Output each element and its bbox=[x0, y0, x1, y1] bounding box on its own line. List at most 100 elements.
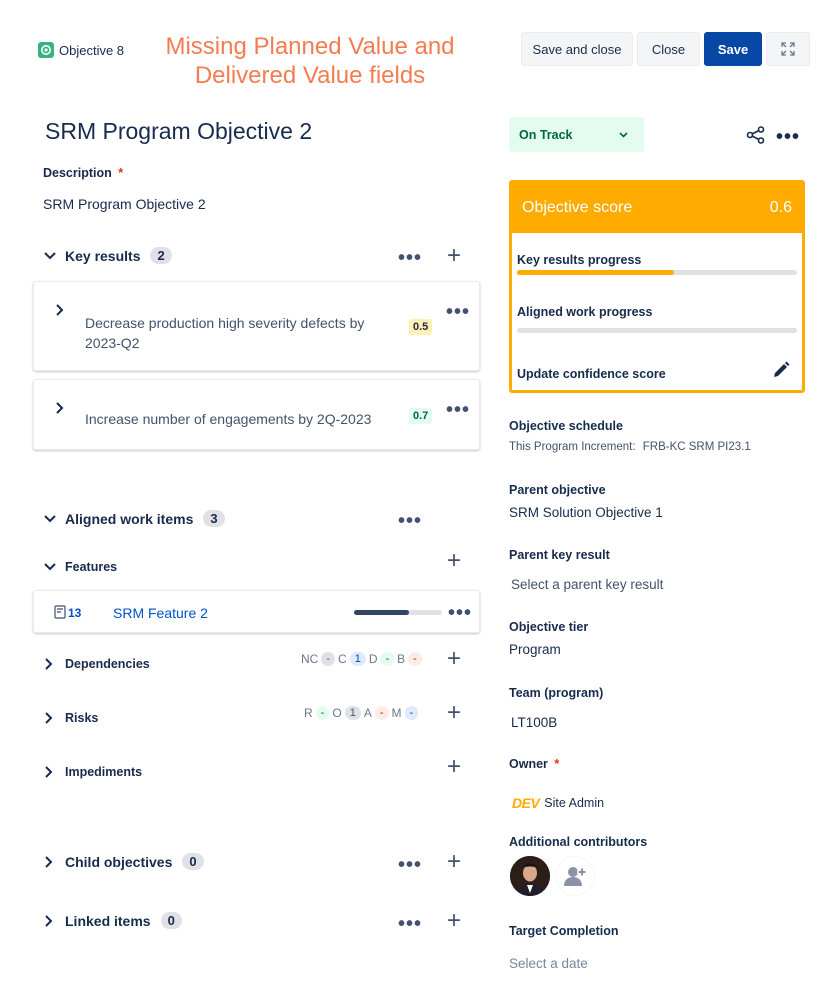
update-confidence-label[interactable]: Update confidence score bbox=[517, 367, 666, 381]
schedule-label: Objective schedule bbox=[509, 419, 623, 433]
objective-badge-label: Objective 8 bbox=[59, 42, 125, 58]
key-results-add-icon[interactable]: + bbox=[447, 244, 461, 268]
aligned-work-count: 3 bbox=[203, 510, 225, 527]
key-results-progress-track bbox=[517, 270, 797, 275]
key-results-more-icon[interactable]: ••• bbox=[398, 248, 422, 268]
key-result-card[interactable]: Increase number of engagements by 2Q-202… bbox=[33, 379, 480, 450]
required-mark: * bbox=[554, 757, 560, 771]
key-result-card[interactable]: Decrease production high severity defect… bbox=[33, 281, 480, 371]
chevron-down-icon[interactable] bbox=[43, 251, 57, 260]
close-button[interactable]: Close bbox=[637, 32, 700, 66]
parent-key-result-label: Parent key result bbox=[509, 548, 610, 562]
objective-tier-value[interactable]: Program bbox=[509, 642, 561, 657]
feature-name[interactable]: SRM Feature 2 bbox=[113, 605, 208, 621]
counter-pill: - bbox=[315, 706, 330, 720]
add-contributor-button[interactable] bbox=[555, 856, 595, 896]
features-add-icon[interactable]: + bbox=[447, 549, 461, 573]
chevron-right-icon[interactable] bbox=[45, 914, 53, 927]
child-objectives-label: Child objectives bbox=[65, 853, 173, 870]
target-completion-label: Target Completion bbox=[509, 924, 619, 938]
child-objectives-header[interactable]: Child objectives 0 bbox=[45, 853, 204, 870]
key-results-label: Key results bbox=[65, 247, 141, 264]
key-result-text[interactable]: Increase number of engagements by 2Q-202… bbox=[85, 411, 371, 427]
save-and-close-button[interactable]: Save and close bbox=[521, 32, 633, 66]
objective-target-icon bbox=[38, 42, 54, 58]
owner-label: Owner * bbox=[509, 757, 560, 771]
impediments-header[interactable]: Impediments bbox=[45, 765, 142, 779]
expand-button[interactable] bbox=[766, 32, 810, 66]
parent-objective-label: Parent objective bbox=[509, 483, 606, 497]
owner-logo: DEV bbox=[512, 795, 540, 811]
header-more-icon[interactable]: ••• bbox=[776, 127, 800, 147]
key-result-text[interactable]: Decrease production high severity defect… bbox=[85, 313, 385, 353]
dependencies-add-icon[interactable]: + bbox=[447, 647, 461, 671]
dependency-counters: NC - C 1 D - B - bbox=[299, 652, 423, 666]
parent-key-result-select[interactable]: Select a parent key result bbox=[511, 577, 663, 592]
parent-objective-value[interactable]: SRM Solution Objective 1 bbox=[509, 505, 663, 520]
key-result-score: 0.7 bbox=[409, 408, 433, 424]
schedule-value[interactable]: This Program Increment: FRB-KC SRM PI23.… bbox=[509, 441, 751, 453]
risks-add-icon[interactable]: + bbox=[447, 701, 461, 725]
key-result-more-icon[interactable]: ••• bbox=[446, 400, 470, 420]
features-label: Features bbox=[65, 560, 118, 574]
team-value[interactable]: LT100B bbox=[511, 715, 557, 730]
chevron-down-icon[interactable] bbox=[43, 514, 57, 523]
pencil-icon[interactable] bbox=[772, 361, 790, 379]
chevron-right-icon[interactable] bbox=[45, 712, 53, 724]
score-header: Objective score 0.6 bbox=[512, 183, 802, 233]
chevron-down-icon[interactable] bbox=[43, 563, 57, 571]
aligned-progress-label: Aligned work progress bbox=[517, 305, 653, 319]
counter-pill: - bbox=[374, 706, 389, 720]
key-result-score: 0.5 bbox=[409, 319, 433, 335]
key-results-progress-fill bbox=[517, 270, 674, 275]
status-dropdown[interactable]: On Track bbox=[509, 117, 644, 152]
owner-value[interactable]: DEV Site Admin bbox=[512, 795, 604, 811]
aligned-work-label: Aligned work items bbox=[65, 510, 194, 527]
contributor-avatar[interactable] bbox=[510, 856, 550, 896]
key-results-header[interactable]: Key results 2 bbox=[43, 247, 172, 264]
share-icon[interactable] bbox=[746, 126, 766, 144]
owner-name: Site Admin bbox=[544, 796, 605, 810]
features-header[interactable]: Features bbox=[43, 560, 117, 574]
feature-progress-track bbox=[354, 610, 442, 615]
required-mark: * bbox=[118, 166, 124, 180]
team-label: Team (program) bbox=[509, 686, 604, 700]
feature-more-icon[interactable]: ••• bbox=[448, 603, 472, 623]
aligned-work-more-icon[interactable]: ••• bbox=[398, 511, 422, 531]
impediments-add-icon[interactable]: + bbox=[447, 755, 461, 779]
child-objectives-add-icon[interactable]: + bbox=[447, 850, 461, 874]
person-photo-icon bbox=[510, 856, 550, 896]
status-label: On Track bbox=[519, 127, 573, 142]
expand-icon bbox=[781, 42, 795, 56]
annotation-line-1: Missing Planned Value and bbox=[165, 33, 455, 60]
chevron-right-icon[interactable] bbox=[56, 402, 64, 414]
chevron-right-icon[interactable] bbox=[45, 855, 53, 868]
counter-pill: - bbox=[408, 652, 422, 666]
dependencies-header[interactable]: Dependencies bbox=[45, 657, 150, 671]
linked-items-header[interactable]: Linked items 0 bbox=[45, 912, 182, 929]
page-title[interactable]: SRM Program Objective 2 bbox=[45, 118, 312, 145]
linked-items-more-icon[interactable]: ••• bbox=[398, 914, 422, 934]
description-text[interactable]: SRM Program Objective 2 bbox=[43, 196, 206, 212]
linked-items-add-icon[interactable]: + bbox=[447, 909, 461, 933]
target-date-select[interactable]: Select a date bbox=[509, 956, 588, 971]
risks-header[interactable]: Risks bbox=[45, 711, 98, 725]
save-button[interactable]: Save bbox=[704, 32, 762, 66]
feature-progress-fill bbox=[354, 610, 409, 615]
feature-icon bbox=[54, 605, 66, 619]
chevron-right-icon[interactable] bbox=[56, 304, 64, 316]
dependencies-label: Dependencies bbox=[65, 657, 150, 671]
feature-count: 13 bbox=[68, 606, 82, 620]
chevron-right-icon[interactable] bbox=[45, 766, 53, 778]
aligned-work-header[interactable]: Aligned work items 3 bbox=[43, 510, 225, 527]
child-objectives-more-icon[interactable]: ••• bbox=[398, 855, 422, 875]
counter-pill: - bbox=[380, 652, 395, 666]
feature-row[interactable]: 13 SRM Feature 2 ••• bbox=[33, 590, 480, 633]
counter-pill: - bbox=[404, 706, 419, 720]
chevron-right-icon[interactable] bbox=[45, 658, 53, 670]
key-result-more-icon[interactable]: ••• bbox=[446, 302, 470, 322]
objective-badge[interactable]: Objective 8 bbox=[38, 42, 124, 58]
key-results-count: 2 bbox=[150, 247, 172, 264]
description-label: Description * bbox=[43, 166, 124, 180]
risks-label: Risks bbox=[65, 711, 99, 725]
